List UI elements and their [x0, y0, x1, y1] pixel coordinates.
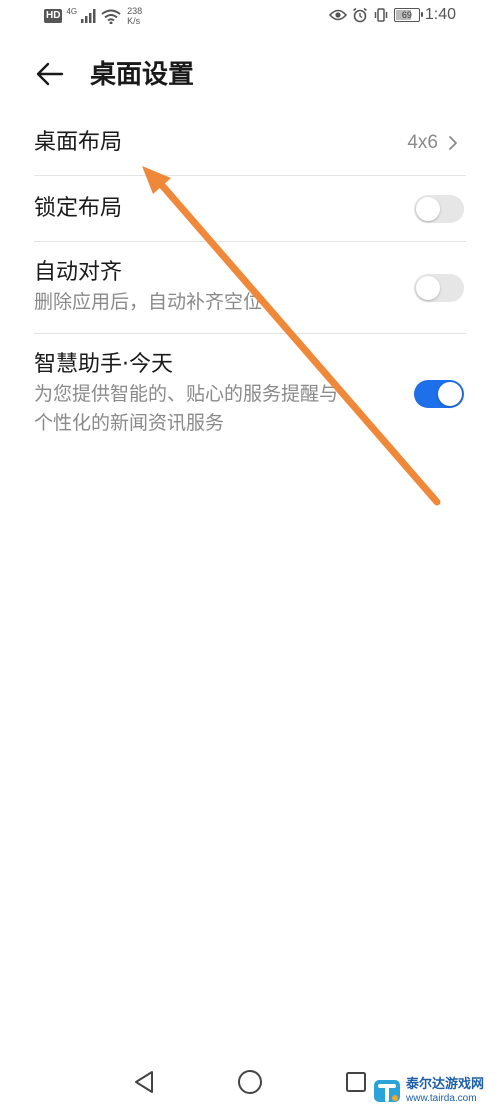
layout-value-text: 4x6	[407, 131, 438, 153]
watermark-url: www.tairda.com	[406, 1093, 477, 1104]
hd-badge: HD	[44, 9, 63, 23]
nav-recents-button[interactable]	[338, 1064, 374, 1100]
setting-title: 智慧助手·今天	[34, 352, 173, 377]
speed-unit: K/s	[127, 16, 141, 26]
alarm-icon	[352, 7, 367, 23]
signal-icon	[81, 9, 96, 23]
setting-subtitle: 删除应用后，自动补齐空位	[34, 291, 263, 313]
title-bar: 桌面设置	[0, 50, 500, 98]
lock-layout-toggle[interactable]	[414, 194, 464, 223]
setting-subtitle-line1: 为您提供智能的、贴心的服务提醒与	[34, 383, 339, 405]
auto-align-toggle[interactable]	[414, 273, 464, 302]
setting-auto-align[interactable]: 自动对齐 删除应用后，自动补齐空位	[34, 242, 466, 334]
watermark-logo-icon	[374, 1080, 400, 1102]
network-speed: 238 K/s	[127, 6, 142, 26]
status-bar: HD 4G 238 K/s 69 1:40	[0, 0, 500, 34]
setting-title: 自动对齐	[34, 260, 123, 285]
vibrate-icon	[374, 8, 388, 22]
wifi-icon	[101, 9, 121, 24]
status-time: 1:40	[424, 6, 456, 23]
setting-lock-layout[interactable]: 锁定布局	[34, 176, 466, 242]
status-left: HD 4G 238 K/s	[44, 6, 142, 26]
smart-assistant-toggle[interactable]	[414, 380, 464, 408]
back-button[interactable]	[30, 58, 70, 90]
watermark-texts: 泰尔达游戏网 www.tairda.com	[406, 1077, 484, 1105]
eye-icon	[328, 9, 347, 21]
battery-icon: 69	[393, 8, 423, 22]
watermark: 泰尔达游戏网 www.tairda.com	[372, 1074, 496, 1108]
chevron-right-icon	[449, 135, 457, 150]
setting-title: 桌面布局	[34, 130, 123, 155]
layout-value: 4x6	[407, 132, 458, 154]
nav-home-button[interactable]	[232, 1064, 268, 1100]
toggle-knob	[416, 196, 440, 221]
network-type: 4G	[66, 6, 78, 16]
page-title: 桌面设置	[90, 60, 195, 90]
speed-value: 238	[127, 6, 143, 16]
setting-subtitle-line2: 个性化的新闻资讯服务	[34, 412, 225, 434]
recents-square-icon	[346, 1072, 366, 1092]
toggle-knob	[438, 382, 462, 406]
setting-title: 锁定布局	[34, 196, 123, 221]
status-right: 69 1:40	[328, 6, 456, 24]
watermark-name: 泰尔达游戏网	[406, 1077, 485, 1092]
settings-list: 桌面布局 4x6 锁定布局 自动对齐 删除应用后，自动补齐空位 智慧助手·今天 …	[34, 110, 466, 452]
battery-level: 69	[401, 10, 412, 20]
back-triangle-icon	[135, 1071, 153, 1093]
toggle-knob	[416, 275, 440, 300]
home-circle-icon	[238, 1070, 262, 1094]
setting-desktop-layout[interactable]: 桌面布局 4x6	[34, 110, 466, 176]
back-arrow-icon	[36, 62, 64, 86]
setting-smart-assistant[interactable]: 智慧助手·今天 为您提供智能的、贴心的服务提醒与 个性化的新闻资讯服务	[34, 334, 466, 452]
nav-back-button[interactable]	[126, 1064, 162, 1100]
